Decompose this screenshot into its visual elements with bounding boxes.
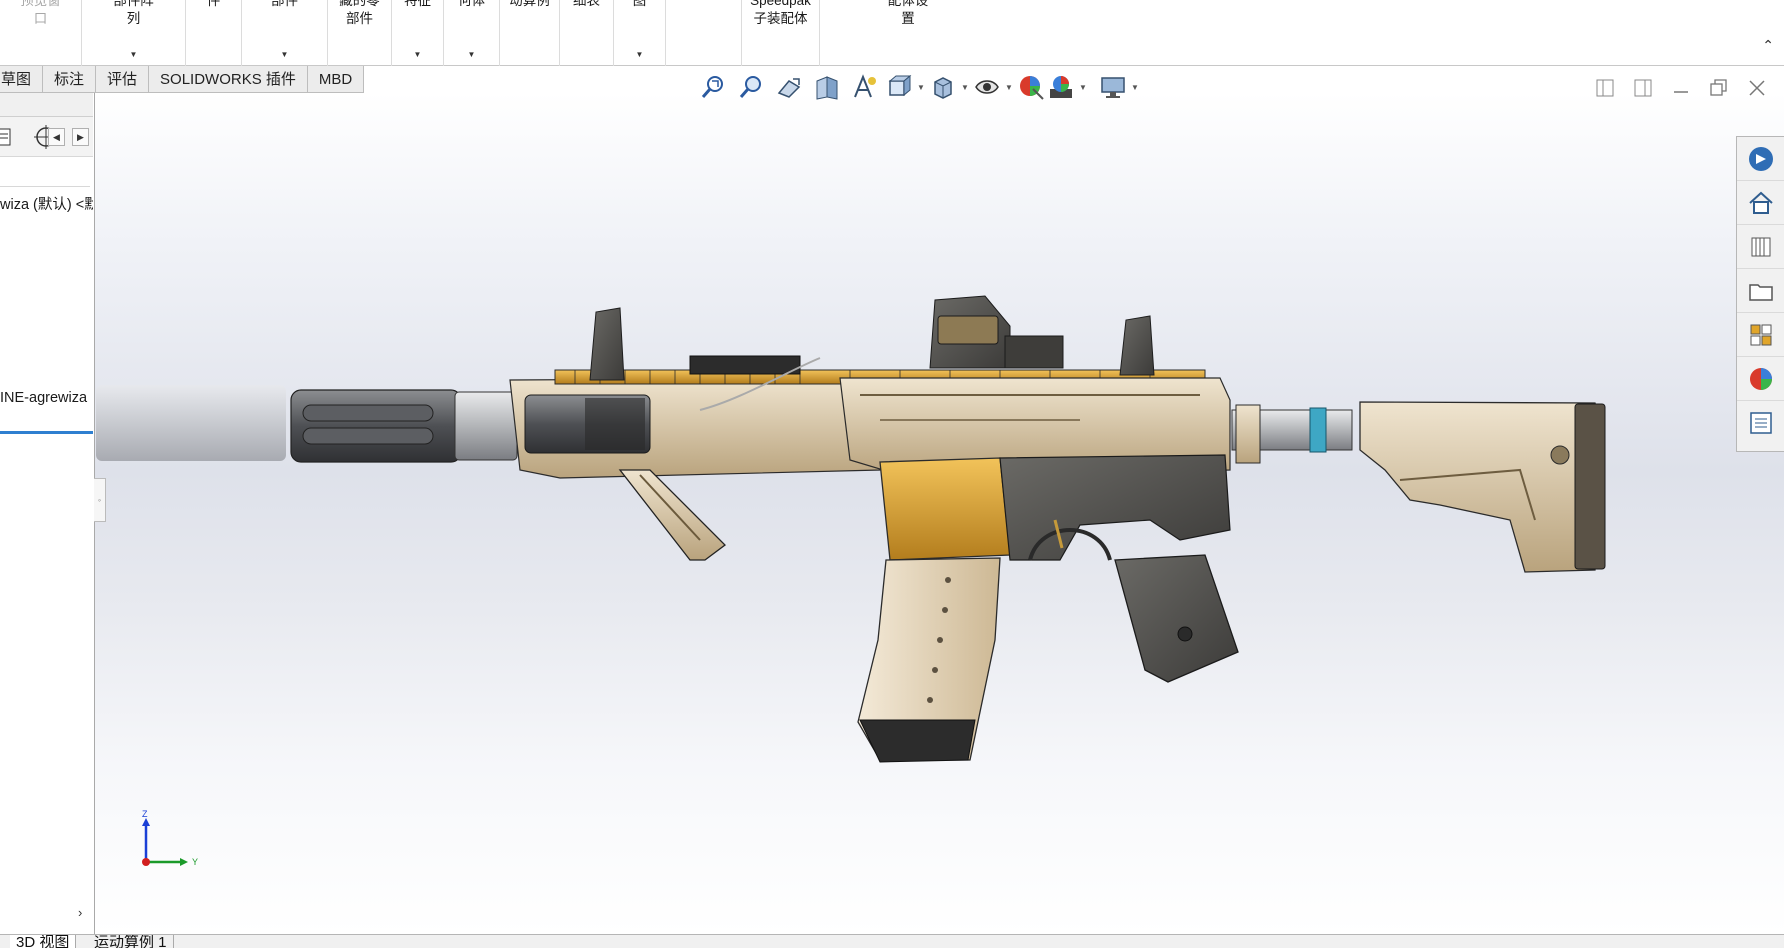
suppressor-translucent-part[interactable] xyxy=(96,385,286,461)
ribbon-new-motion-study-button[interactable]: 动算例 xyxy=(500,0,560,66)
property-manager-tab-icon[interactable] xyxy=(0,123,20,151)
ribbon-smart-component-button[interactable]: 件 xyxy=(186,0,242,66)
tab-evaluate[interactable]: 评估 xyxy=(96,66,150,93)
zoom-to-fit-icon[interactable] xyxy=(694,70,732,104)
scroll-left-arrow[interactable]: ◀ xyxy=(48,128,65,146)
tile-left-icon[interactable] xyxy=(1586,74,1624,102)
tab-sketch[interactable]: 草图 xyxy=(0,66,44,93)
ribbon-show-hidden-components-button[interactable]: 藏的零 部件 xyxy=(328,0,392,66)
feature-tree-selected-item[interactable]: INE-agrewiza xyxy=(0,389,93,407)
suppressor-body[interactable] xyxy=(290,389,462,463)
edit-appearance-icon[interactable] xyxy=(1016,70,1046,104)
section-view-icon[interactable] xyxy=(808,70,846,104)
ribbon-move-component-button[interactable]: 部件 ▼ xyxy=(242,0,328,66)
chevron-down-icon[interactable]: ▼ xyxy=(636,51,644,59)
scroll-right-arrow[interactable]: ▶ xyxy=(72,128,89,146)
laser-module[interactable] xyxy=(689,355,801,375)
tab-motion-study-1[interactable]: 运动算例 1 xyxy=(88,935,174,948)
chevron-down-icon[interactable]: ▼ xyxy=(1076,83,1090,92)
muzzle-device[interactable] xyxy=(454,391,518,461)
tab-solidworks-addins[interactable]: SOLIDWORKS 插件 xyxy=(149,66,308,93)
previous-view-icon[interactable] xyxy=(770,70,808,104)
coordinate-triad: Z Y xyxy=(142,810,198,867)
close-icon[interactable] xyxy=(1738,74,1776,102)
restore-icon[interactable] xyxy=(1700,74,1738,102)
file-explorer-icon[interactable] xyxy=(1737,269,1784,313)
document-window-controls xyxy=(1586,74,1776,102)
bottom-tab-bar: 3D 视图 运动算例 1 xyxy=(0,934,1784,948)
ribbon-reference-geometry-button[interactable]: 何体 ▼ xyxy=(444,0,500,66)
tab-mbd[interactable]: MBD xyxy=(307,66,365,93)
chevron-down-icon[interactable]: ▼ xyxy=(414,51,422,59)
chevron-down-icon[interactable]: ▼ xyxy=(1128,83,1142,92)
home-icon[interactable] xyxy=(1737,181,1784,225)
ribbon-component-pattern-button[interactable]: 部件阵 列 ▼ xyxy=(82,0,186,66)
feature-manager-header xyxy=(0,93,93,117)
chevron-down-icon[interactable]: ▼ xyxy=(468,51,476,59)
triad-z-label: Z xyxy=(142,810,148,819)
ribbon-preview-window-button[interactable]: 预览窗 口 xyxy=(0,0,82,66)
lower-receiver[interactable] xyxy=(999,454,1231,561)
ribbon-assembly-features-button[interactable]: 特征 ▼ xyxy=(392,0,444,66)
ribbon-large-assembly-settings-button[interactable]: 配体设 置 xyxy=(820,0,944,66)
hide-show-items-icon[interactable] xyxy=(972,70,1002,104)
design-library-icon[interactable] xyxy=(1737,225,1784,269)
custom-properties-icon[interactable] xyxy=(1737,401,1784,445)
tile-right-icon[interactable] xyxy=(1624,74,1662,102)
display-style-icon[interactable] xyxy=(928,70,958,104)
ribbon-update-speedpak-button[interactable]: Speedpak 子装配体 xyxy=(742,0,820,66)
tab-3d-view[interactable]: 3D 视图 xyxy=(10,935,77,948)
chevron-down-icon[interactable]: ▼ xyxy=(958,83,972,92)
feature-tree-root[interactable]: wiza (默认) <默 xyxy=(0,196,93,214)
chevron-down-icon[interactable]: ▼ xyxy=(914,83,928,92)
angled-foregrip[interactable] xyxy=(618,469,726,561)
chevron-down-icon[interactable]: ▼ xyxy=(281,51,289,59)
triad-y-label: Y xyxy=(192,857,198,867)
view-orientation-icon[interactable] xyxy=(884,70,914,104)
dynamic-annotation-views-icon[interactable] xyxy=(846,70,884,104)
pistol-grip[interactable] xyxy=(1114,554,1239,683)
panel-splitter-handle[interactable]: ◦ xyxy=(94,478,106,522)
appearances-scenes-icon[interactable] xyxy=(1737,357,1784,401)
apply-scene-icon[interactable] xyxy=(1046,70,1076,104)
rear-flip-sight[interactable] xyxy=(1119,315,1155,376)
butt-pad[interactable] xyxy=(1574,403,1606,570)
ribbon-exploded-view-button[interactable]: 图 ▼ xyxy=(614,0,666,66)
view-settings-icon[interactable] xyxy=(1098,70,1128,104)
expand-panel-icon[interactable]: › xyxy=(78,905,82,920)
solidworks-window: { "ribbon": { "items": [ {"label": "预览窗\… xyxy=(0,0,1784,948)
buttstock[interactable] xyxy=(1359,401,1601,573)
chevron-down-icon[interactable]: ▼ xyxy=(1002,83,1016,92)
command-manager-ribbon: 预览窗 口 部件阵 列 ▼ 件 部件 ▼ 藏的零 部件 特征 ▼ 何体 ▼ 动算例 细表… xyxy=(0,0,1784,66)
front-flip-sight[interactable] xyxy=(589,307,625,381)
view-palette-icon[interactable] xyxy=(1737,313,1784,357)
command-manager-tabs: 草图 标注 评估 SOLIDWORKS 插件 MBD xyxy=(0,66,365,93)
feature-manager-tabs: ◀ ▶ xyxy=(0,117,93,157)
feature-tree-filter[interactable] xyxy=(0,157,90,187)
collapse-ribbon-icon[interactable]: ⌃ xyxy=(1762,37,1774,54)
minimize-icon[interactable] xyxy=(1662,74,1700,102)
ribbon-bill-of-materials-button[interactable]: 细表 xyxy=(560,0,614,66)
zoom-to-area-icon[interactable] xyxy=(732,70,770,104)
selection-highlight xyxy=(0,431,93,434)
chevron-down-icon[interactable]: ▼ xyxy=(130,51,138,59)
ribbon-instant3d-button[interactable] xyxy=(666,0,742,66)
graphics-area[interactable]: Z Y xyxy=(95,93,1784,934)
feature-manager-panel: ◀ ▶ wiza (默认) <默 INE-agrewiza › xyxy=(0,93,95,934)
task-pane xyxy=(1736,136,1784,452)
rifle-assembly-model[interactable] xyxy=(95,93,1784,934)
heads-up-view-toolbar: ▼ ▼ ▼ ▼ ▼ xyxy=(694,70,1142,104)
tab-markup[interactable]: 标注 xyxy=(43,66,97,93)
solidworks-resources-icon[interactable] xyxy=(1737,137,1784,181)
magazine-well[interactable] xyxy=(879,457,1011,561)
